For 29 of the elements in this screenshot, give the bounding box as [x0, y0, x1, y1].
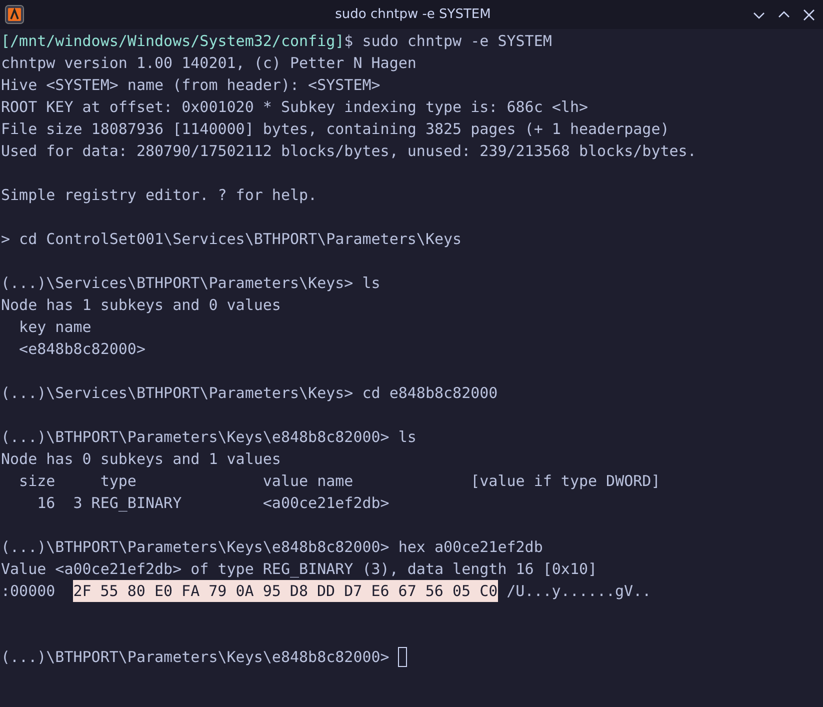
output-line: Simple registry editor. ? for help. [1, 185, 318, 206]
output-line: chntpw version 1.00 140201, (c) Petter N Hagen [1, 53, 416, 74]
terminal-app-icon [5, 5, 24, 24]
output-line: (...)\Services\BTHPORT\Parameters\Keys> cd e848b8c82000 [1, 383, 498, 404]
output-line: Hive <SYSTEM> name (from header): <SYSTEM> [1, 75, 380, 96]
close-icon [802, 8, 816, 22]
output-line: size type value name [value if type DWORD] [18, 471, 660, 492]
command-text: $ sudo chntpw -e SYSTEM [344, 31, 552, 52]
text-cursor [398, 647, 408, 667]
close-button[interactable] [801, 6, 817, 22]
output-line: Node has 1 subkeys and 0 values [1, 295, 281, 316]
hex-offset: :00000 [1, 581, 56, 602]
prompt-line: (...)\BTHPORT\Parameters\Keys\e848b8c82000> [1, 647, 390, 668]
output-line: <e848b8c82000> [18, 339, 146, 360]
output-line: Value <a00ce21ef2db> of type REG_BINARY (3), data length 16 [0x10] [1, 559, 598, 580]
output-line: (...)\Services\BTHPORT\Parameters\Keys> ls [1, 273, 380, 294]
output-line: Node has 0 subkeys and 1 values [1, 449, 281, 470]
output-line: ROOT KEY at offset: 0x001020 * Subkey indexing type is: 686c <lh> [1, 97, 588, 118]
output-line: key name [18, 317, 92, 338]
output-line: File size 18087936 [1140000] bytes, containing 3825 pages (+ 1 headerpage) [1, 119, 670, 140]
output-line: 16 3 REG_BINARY <a00ce21ef2db> [36, 493, 390, 514]
selected-hex-bytes: 2F 55 80 E0 FA 79 0A 95 D8 DD D7 E6 67 56 05 C0 [73, 580, 498, 602]
prompt-path: [/mnt/windows/Windows/System32/config] [1, 31, 344, 52]
output-line: (...)\BTHPORT\Parameters\Keys\e848b8c82000> hex a00ce21ef2db [1, 537, 543, 558]
window-title: sudo chntpw -e SYSTEM [334, 7, 492, 22]
output-line: > cd ControlSet001\Services\BTHPORT\Parameters\Keys [1, 229, 462, 250]
hex-ascii: /U...y......gV.. [506, 581, 652, 602]
output-line: (...)\BTHPORT\Parameters\Keys\e848b8c82000> ls [1, 427, 416, 448]
output-line: Used for data: 280790/17502112 blocks/bytes, unused: 239/213568 blocks/bytes. [1, 141, 696, 162]
